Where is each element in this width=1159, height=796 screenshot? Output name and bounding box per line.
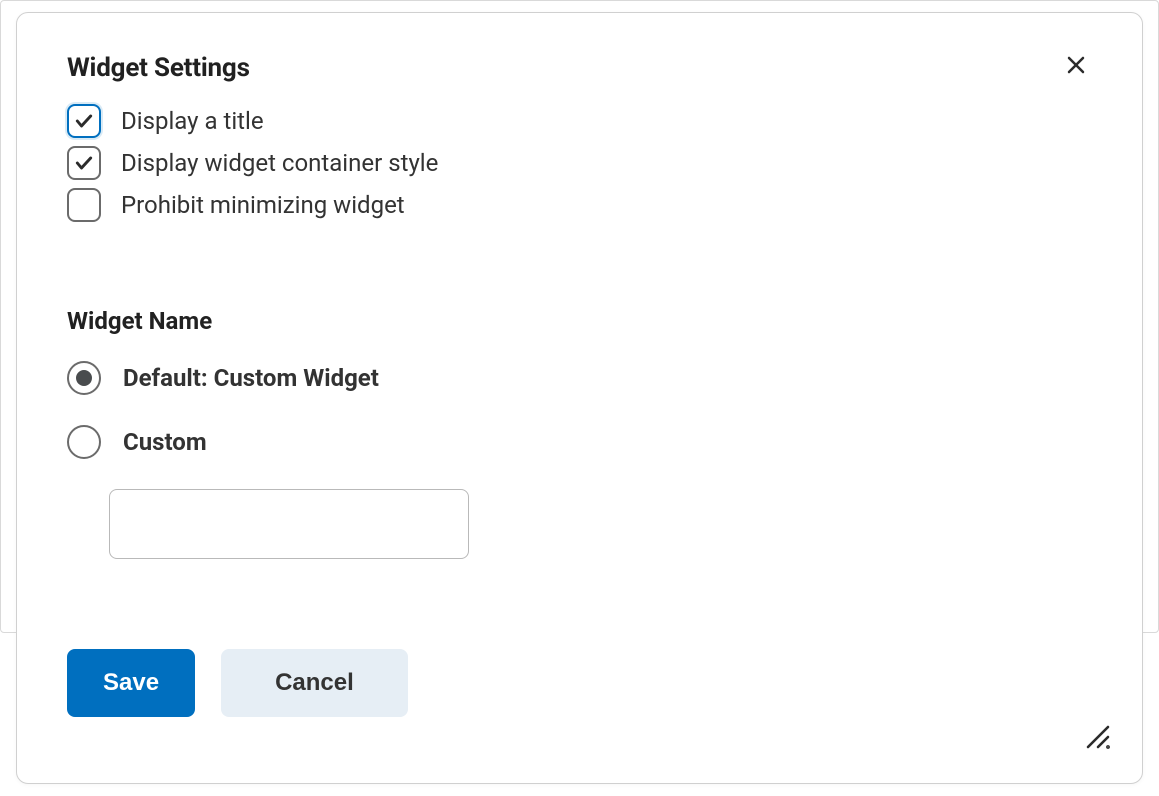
checkbox-prohibit-minimize[interactable] [67, 188, 101, 222]
close-icon [1064, 53, 1088, 77]
check-icon [74, 111, 94, 131]
dialog-title: Widget Settings [67, 53, 250, 83]
radio-label-custom[interactable]: Custom [123, 428, 207, 456]
radio-row-default: Default: Custom Widget [67, 361, 1092, 395]
check-icon [74, 153, 94, 173]
checkbox-row-display-title: Display a title [67, 101, 1092, 141]
checkbox-row-prohibit-minimize: Prohibit minimizing widget [67, 185, 1092, 225]
checkbox-container-style[interactable] [67, 146, 101, 180]
radio-row-custom: Custom [67, 425, 1092, 459]
checkbox-label-prohibit-minimize[interactable]: Prohibit minimizing widget [121, 191, 405, 219]
radio-label-default[interactable]: Default: Custom Widget [123, 364, 379, 392]
resize-handle[interactable] [1082, 721, 1112, 755]
checkbox-display-title[interactable] [67, 104, 101, 138]
checkbox-row-container-style: Display widget container style [67, 143, 1092, 183]
button-row: Save Cancel [67, 649, 1092, 717]
widget-settings-dialog: Widget Settings Display a title Display … [16, 12, 1143, 784]
radio-dot-icon [76, 370, 92, 386]
checkbox-label-container-style[interactable]: Display widget container style [121, 149, 438, 177]
dialog-header: Widget Settings [67, 53, 1092, 83]
resize-icon [1082, 721, 1112, 751]
cancel-button[interactable]: Cancel [221, 649, 408, 717]
radio-default[interactable] [67, 361, 101, 395]
radio-custom[interactable] [67, 425, 101, 459]
widget-name-heading: Widget Name [67, 307, 1092, 335]
save-button[interactable]: Save [67, 649, 195, 717]
close-button[interactable] [1060, 49, 1092, 81]
checkbox-label-display-title[interactable]: Display a title [121, 107, 264, 135]
custom-name-input[interactable] [109, 489, 469, 559]
